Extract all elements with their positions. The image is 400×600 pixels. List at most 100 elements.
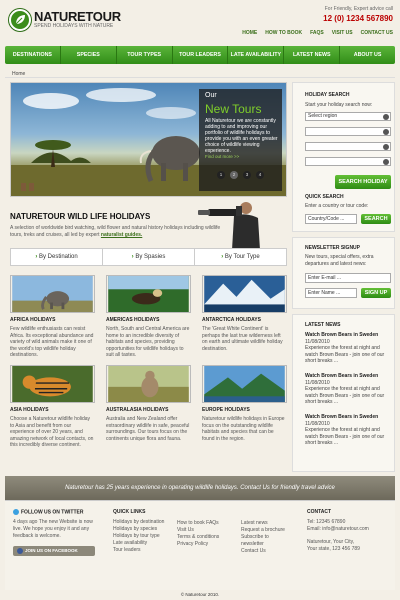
card-title[interactable]: ANTARCTICA HOLIDAYS bbox=[202, 317, 287, 323]
card-asia[interactable]: ASIA HOLIDAYS Choose a Naturetour wildli… bbox=[10, 365, 95, 449]
footer-link[interactable]: Holidays by tour type bbox=[113, 533, 173, 540]
americas-image bbox=[106, 275, 191, 313]
nav-species[interactable]: SPECIES bbox=[61, 46, 117, 64]
news-headline[interactable]: Watch Brown Bears in Sweden bbox=[305, 373, 378, 379]
search-holiday-button[interactable]: SEARCH HOLIDAY bbox=[335, 175, 391, 189]
holiday-search-title: HOLIDAY SEARCH bbox=[305, 92, 350, 98]
nav-late-availability[interactable]: LATE AVAILABILITY bbox=[228, 46, 285, 64]
logo[interactable]: NATURETOUR SPEND HOLIDAYS WITH NATURE bbox=[9, 9, 121, 31]
species-select[interactable] bbox=[305, 142, 391, 151]
holiday-search-subtitle: Start your holiday search now: bbox=[305, 102, 373, 108]
card-title[interactable]: AFRICA HOLIDAYS bbox=[10, 317, 95, 323]
footer-link[interactable]: Latest news bbox=[241, 520, 291, 527]
tagline-band: Naturetour has 25 years experience in op… bbox=[5, 476, 395, 500]
quick-search-input[interactable]: Country/Code ... bbox=[305, 214, 357, 224]
card-title[interactable]: ASIA HOLIDAYS bbox=[10, 407, 95, 413]
card-title[interactable]: EUROPE HOLIDAYS bbox=[202, 407, 287, 413]
nav-tour-leaders[interactable]: TOUR LEADERS bbox=[173, 46, 229, 64]
footer-link[interactable]: Contact Us bbox=[241, 548, 291, 555]
footer-links-col2: How to book FAQs Visit Us Terms & condit… bbox=[177, 520, 237, 548]
country-select[interactable] bbox=[305, 127, 391, 136]
hero-our: Our bbox=[205, 92, 217, 99]
region-select[interactable]: Select region bbox=[305, 112, 391, 121]
card-text: Australia and New Zealand offer extraord… bbox=[106, 416, 190, 442]
news-item[interactable]: Watch Brown Bears in Sweden 11/08/2010 E… bbox=[305, 414, 391, 447]
footer-links-col3: Latest news Request a brochure Subscribe… bbox=[241, 520, 291, 555]
tab-by-destination[interactable]: › By Destination bbox=[11, 249, 103, 265]
tab-label: By Tour Type bbox=[224, 254, 260, 260]
news-date: 11/08/2010 bbox=[305, 379, 330, 386]
topnav-home[interactable]: HOME bbox=[242, 30, 257, 36]
latest-news-box: LATEST NEWS Watch Brown Bears in Sweden … bbox=[292, 314, 395, 472]
nav-tour-types[interactable]: TOUR TYPES bbox=[117, 46, 173, 64]
topnav-contact-us[interactable]: CONTACT US bbox=[361, 30, 393, 36]
slide-dot-3[interactable]: 3 bbox=[243, 171, 251, 179]
facebook-button[interactable]: JOIN US ON FACEBOOK bbox=[13, 546, 95, 557]
card-text: North, South and Central America are hom… bbox=[106, 326, 190, 358]
topnav-faqs[interactable]: FAQS bbox=[310, 30, 324, 36]
holiday-search-box: HOLIDAY SEARCH Start your holiday search… bbox=[292, 82, 395, 232]
tab-by-species[interactable]: › By Spasies bbox=[103, 249, 195, 265]
card-australasia[interactable]: AUSTRALASIA HOLIDAYS Australia and New Z… bbox=[106, 365, 191, 442]
topnav-visit-us[interactable]: VISIT US bbox=[332, 30, 353, 36]
news-item[interactable]: Watch Brown Bears in Sweden 11/08/2010 E… bbox=[305, 332, 391, 365]
card-title[interactable]: AMERICAS HOLIDAYS bbox=[106, 317, 191, 323]
card-americas[interactable]: AMERICAS HOLIDAYS North, South and Centr… bbox=[106, 275, 191, 359]
latest-news-title: LATEST NEWS bbox=[305, 322, 341, 328]
card-africa[interactable]: AFRICA HOLIDAYS Few wildlife enthusiasts… bbox=[10, 275, 95, 359]
page: NATURETOUR SPEND HOLIDAYS WITH NATURE Fo… bbox=[5, 0, 395, 600]
newsletter-name-input[interactable]: Enter Name ... bbox=[305, 288, 357, 298]
footer-link[interactable]: Terms & conditions bbox=[177, 534, 237, 541]
email-label: Email: bbox=[307, 526, 321, 532]
news-item[interactable]: Watch Brown Bears in Sweden 11/08/2010 E… bbox=[305, 373, 391, 406]
intro-link[interactable]: naturalist guides. bbox=[101, 232, 142, 238]
news-text: Experience the forest at night and watch… bbox=[305, 345, 385, 364]
top-nav: HOME HOW TO BOOK FAQS VISIT US CONTACT U… bbox=[242, 30, 393, 36]
hero-slider[interactable]: Our New Tours All Naturetour we are cons… bbox=[10, 82, 287, 197]
nav-destinations[interactable]: DESTINATIONS bbox=[5, 46, 61, 64]
slide-dot-1[interactable]: 1 bbox=[217, 171, 225, 179]
footer-link[interactable]: Request a brochure bbox=[241, 527, 291, 534]
topnav-how-to-book[interactable]: HOW TO BOOK bbox=[265, 30, 302, 36]
tab-by-tour-type[interactable]: › By Tour Type bbox=[195, 249, 286, 265]
chevron-down-icon bbox=[383, 144, 389, 150]
footer-link[interactable]: How to book FAQs bbox=[177, 520, 237, 527]
chevron-down-icon bbox=[383, 129, 389, 135]
card-title[interactable]: AUSTRALASIA HOLIDAYS bbox=[106, 407, 191, 413]
footer-link[interactable]: Holidays by species bbox=[113, 526, 173, 533]
newsletter-box: NEWSLETTER SIGNUP New tours, special off… bbox=[292, 237, 395, 309]
quick-search-button[interactable]: SEARCH bbox=[361, 214, 391, 224]
tel-label: Tel: bbox=[307, 519, 315, 525]
contact-email[interactable]: Email: info@naturetour.com bbox=[307, 526, 393, 533]
footer-link[interactable]: Visit Us bbox=[177, 527, 237, 534]
footer-link[interactable]: Tour leaders bbox=[113, 547, 173, 554]
news-headline[interactable]: Watch Brown Bears in Sweden bbox=[305, 332, 378, 338]
footer-link[interactable]: Subscribe to newsletter bbox=[241, 534, 291, 548]
slider-pagination: 1 2 3 4 bbox=[217, 171, 264, 179]
signup-button[interactable]: SIGN UP bbox=[361, 288, 391, 298]
newsletter-email-input[interactable]: Enter E-mail ... bbox=[305, 273, 391, 283]
hero-title: New Tours bbox=[205, 102, 262, 116]
nav-about-us[interactable]: ABOUT US bbox=[340, 46, 395, 64]
contact-address-2: Your state, 123 456 789 bbox=[307, 546, 360, 552]
card-europe[interactable]: EUROPE HOLIDAYS Naturetour wildlife holi… bbox=[202, 365, 287, 442]
twitter-title-text: FOLLOW US ON TWITTER bbox=[21, 509, 84, 516]
chevron-right-icon: › bbox=[35, 254, 38, 260]
footer-link[interactable]: Late availability bbox=[113, 540, 173, 547]
copyright: © Naturetour 2010. bbox=[180, 592, 220, 597]
chevron-right-icon: › bbox=[221, 254, 224, 260]
footer-link[interactable]: Privacy Policy bbox=[177, 541, 237, 548]
slide-dot-4[interactable]: 4 bbox=[256, 171, 264, 179]
hero-more-link[interactable]: Find out more >> bbox=[205, 154, 239, 159]
footer-contact: CONTACT Tel: 12345 67890 Email: info@nat… bbox=[307, 509, 393, 553]
footer-link[interactable]: Holidays by destination bbox=[113, 519, 173, 526]
nav-latest-news[interactable]: LATEST NEWS bbox=[284, 46, 341, 64]
breadcrumb[interactable]: Home bbox=[12, 71, 25, 77]
slide-dot-2[interactable]: 2 bbox=[230, 171, 238, 179]
contact-phone: 12 (0) 1234 567890 bbox=[323, 14, 393, 23]
card-antarctica[interactable]: ANTARCTICA HOLIDAYS The 'Great White Con… bbox=[202, 275, 287, 352]
section-title: NATURETOUR WILD LIFE HOLIDAYS bbox=[10, 212, 151, 221]
news-headline[interactable]: Watch Brown Bears in Sweden bbox=[305, 414, 378, 420]
tour-type-select[interactable] bbox=[305, 157, 391, 166]
footer: FOLLOW US ON TWITTER 4 days ago The new … bbox=[5, 500, 395, 590]
